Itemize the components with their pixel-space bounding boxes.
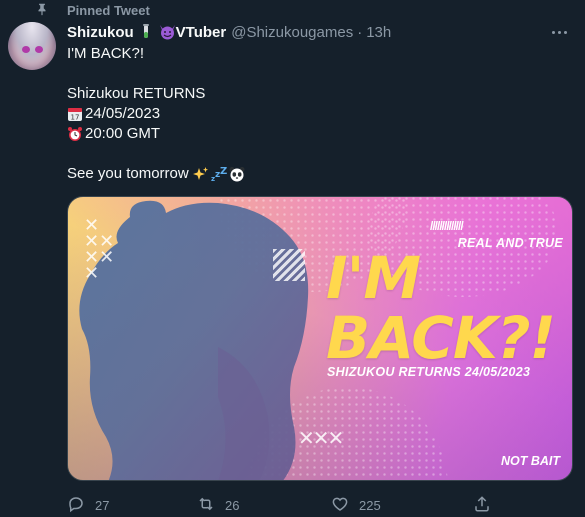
- real-and-true-tag: REAL AND TRUE: [457, 236, 563, 250]
- tweet-line: I'M BACK?!: [67, 45, 145, 62]
- retweet-button[interactable]: 26: [197, 495, 239, 515]
- vtuber-badge: VTuber: [175, 23, 227, 41]
- striped-square-decoration: [273, 249, 305, 281]
- time-text: 20:00 GMT: [85, 125, 161, 142]
- reply-button[interactable]: 27: [67, 495, 109, 515]
- x-pattern-decoration: ✕✕✕: [298, 428, 344, 450]
- alarm-clock-icon: [67, 126, 83, 142]
- svg-text:Z: Z: [220, 166, 227, 177]
- more-options-icon[interactable]: [549, 24, 569, 40]
- headline: I'M BACK?!: [326, 249, 556, 372]
- not-bait-tag: NOT BAIT: [500, 454, 560, 468]
- tweet-header: Shizukou VTuber @Shizukougames · 13h: [67, 22, 565, 42]
- heart-icon: [331, 495, 349, 516]
- like-button[interactable]: 225: [331, 495, 381, 515]
- date-text: 24/05/2023: [85, 105, 161, 122]
- share-button[interactable]: [473, 495, 491, 515]
- retweet-icon: [197, 495, 215, 516]
- pin-icon: [35, 2, 49, 19]
- calendar-icon: 17: [67, 106, 83, 122]
- tweet-text: I'M BACK?! Shizukou RETURNS 17 24/05/202…: [67, 44, 567, 184]
- headline-line-1: I'M: [326, 244, 421, 312]
- pinned-indicator: Pinned Tweet: [35, 2, 150, 18]
- share-icon: [473, 495, 491, 516]
- author-name[interactable]: Shizukou: [67, 24, 134, 41]
- reply-icon: [67, 495, 85, 516]
- slash-decoration: //////////////: [430, 219, 464, 233]
- retweet-count: 26: [225, 497, 240, 513]
- tweet-media-image[interactable]: ✕ ✕✕ ✕✕ ✕ ✕✕✕ ////////////// REAL AND TRUE …: [67, 196, 573, 481]
- separator-dot: ·: [357, 23, 363, 41]
- returns-subtitle: SHIZUKOU RETURNS 24/05/2023: [327, 365, 531, 379]
- smiling-devil-icon: [159, 24, 176, 40]
- tweet-timestamp[interactable]: 13h: [366, 24, 391, 41]
- pinned-label: Pinned Tweet: [67, 2, 150, 18]
- sparkles-icon: [192, 166, 209, 182]
- tweet-line: Shizukou RETURNS: [67, 85, 206, 102]
- like-count: 225: [359, 497, 381, 513]
- tweet-action-bar: 27 26 225: [67, 495, 573, 515]
- headline-line-2: BACK?!: [326, 304, 556, 372]
- author-handle[interactable]: @Shizukougames: [231, 24, 353, 41]
- avatar[interactable]: [8, 22, 56, 70]
- svg-text:17: 17: [71, 114, 80, 122]
- x-pattern-decoration: ✕ ✕✕ ✕✕ ✕: [84, 215, 115, 283]
- zzz-icon: zzZ: [211, 166, 227, 183]
- see-you-text: See you tomorrow: [67, 165, 189, 182]
- panda-icon: [229, 166, 245, 182]
- test-tube-icon: [139, 24, 153, 40]
- reply-count: 27: [95, 497, 110, 513]
